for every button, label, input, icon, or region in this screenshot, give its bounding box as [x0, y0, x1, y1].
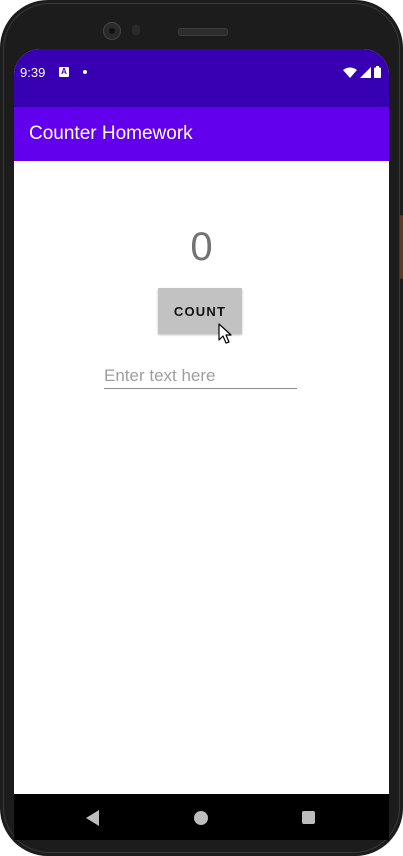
app-bar: Counter Homework — [14, 107, 389, 161]
recents-icon[interactable] — [302, 811, 315, 824]
home-icon[interactable] — [194, 811, 208, 825]
status-time: 9:39 — [20, 65, 46, 80]
signal-icon — [360, 66, 371, 78]
navigation-bar — [14, 794, 389, 840]
wifi-icon — [343, 67, 357, 78]
proximity-sensor — [132, 25, 140, 35]
main-content: 0 COUNT — [14, 161, 389, 794]
back-icon[interactable] — [86, 810, 100, 826]
screen: 9:39 A Counter Homework 0 COUNT — [14, 49, 389, 829]
status-icons — [343, 65, 381, 79]
mouse-pointer-icon — [218, 323, 232, 344]
earpiece-speaker — [178, 28, 228, 36]
dot-icon — [83, 70, 87, 74]
text-input-field[interactable] — [104, 364, 297, 389]
app-title: Counter Homework — [29, 123, 193, 144]
phone-frame: 9:39 A Counter Homework 0 COUNT — [0, 0, 403, 856]
notification-app-icon: A — [59, 67, 69, 77]
status-bar: 9:39 A — [14, 49, 389, 107]
battery-icon — [374, 66, 381, 78]
count-display: 0 — [190, 225, 213, 269]
front-camera — [103, 22, 121, 40]
